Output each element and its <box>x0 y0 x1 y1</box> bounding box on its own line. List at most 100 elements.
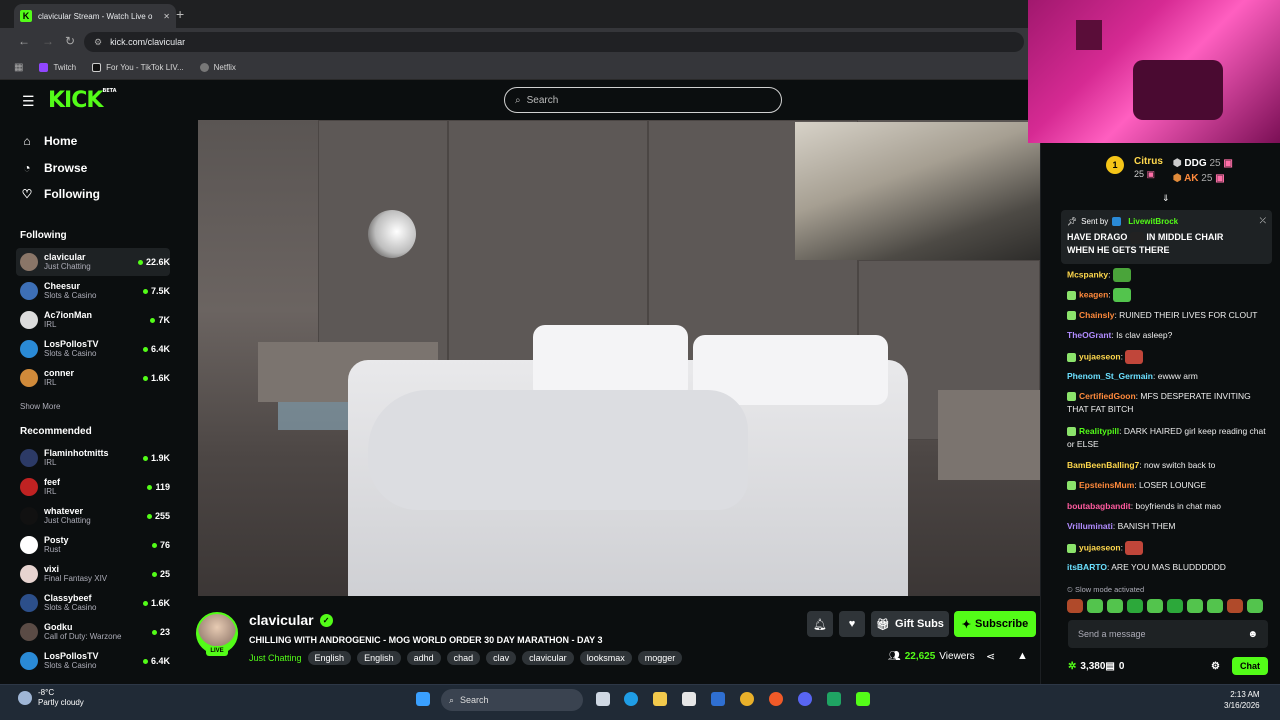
task-view-icon[interactable] <box>596 692 610 706</box>
settings-gear-icon[interactable]: ⚙ <box>1211 661 1220 672</box>
stream-tag[interactable]: adhd <box>406 651 441 665</box>
stream-tag[interactable]: chad <box>446 651 481 665</box>
edge-icon[interactable] <box>624 692 638 706</box>
sidebar-channel[interactable]: LosPollosTV Slots & Casino 6.4K <box>16 335 170 363</box>
discord-icon[interactable] <box>798 692 812 706</box>
emoji-icon[interactable]: ☻ <box>1247 629 1258 640</box>
emote[interactable] <box>1107 599 1123 613</box>
unpin-icon[interactable]: ⤫ <box>1260 216 1266 226</box>
emote <box>1125 541 1144 555</box>
chat-username[interactable]: Mcspanky <box>1067 269 1108 279</box>
share-icon[interactable]: ⋖ <box>986 650 995 663</box>
category-link[interactable]: Just Chatting <box>249 653 302 663</box>
sidebar-channel[interactable]: Classybeef Slots & Casino 1.6K <box>16 589 170 617</box>
stream-tag[interactable]: clav <box>486 651 517 665</box>
nav-home[interactable]: ⌂ Home <box>20 134 77 148</box>
store-icon[interactable] <box>682 692 696 706</box>
chat-send-button[interactable]: Chat <box>1232 657 1268 675</box>
sidebar-channel[interactable]: conner IRL 1.6K <box>16 364 170 392</box>
xbox-icon[interactable] <box>827 692 841 706</box>
chat-username[interactable]: keagen <box>1079 289 1108 299</box>
chat-input[interactable] <box>1078 629 1238 639</box>
pinned-message[interactable]: 📌︎ Sent by LivewitBrock ⤫ HAVE DRAGO IN … <box>1061 210 1272 264</box>
chat-username[interactable]: TheOGrant <box>1067 330 1111 340</box>
app-icon[interactable] <box>769 692 783 706</box>
gift-subs-button[interactable]: 🎁︎ Gift Subs <box>871 611 949 637</box>
nav-following[interactable]: ♡ Following <box>20 187 100 201</box>
bookmark-tiktok[interactable]: For You - TikTok LIV... <box>92 63 184 72</box>
apps-grid-icon[interactable]: ▦ <box>14 62 23 73</box>
sidebar-channel[interactable]: Ac7ionMan IRL 7K <box>16 306 170 334</box>
emote[interactable] <box>1127 599 1143 613</box>
sidebar-channel[interactable]: Flaminhotmitts IRL 1.9K <box>16 444 170 472</box>
sub-badge-icon <box>1067 481 1076 491</box>
chat-username[interactable]: boutabagbandit <box>1067 501 1131 511</box>
sidebar-channel[interactable]: feef IRL 119 <box>16 473 170 501</box>
chat-username[interactable]: EpsteinsMum <box>1079 480 1134 490</box>
channel-points[interactable]: ✲ 3,380 <box>1068 661 1105 672</box>
bookmark-netflix[interactable]: Netflix <box>199 63 236 72</box>
taskbar-search[interactable]: ⌕ Search <box>441 689 583 711</box>
channel-name[interactable]: clavicular ✓ <box>249 612 333 628</box>
chat-username[interactable]: Vrilluminati <box>1067 521 1113 531</box>
emote[interactable] <box>1147 599 1163 613</box>
stream-tag[interactable]: looksmax <box>579 651 632 665</box>
report-icon[interactable]: ▲ <box>1017 650 1028 662</box>
show-more-link[interactable]: Show More <box>20 402 60 411</box>
sidebar-channel[interactable]: Cheesur Slots & Casino 7.5K <box>16 277 170 305</box>
sidebar-channel[interactable]: Posty Rust 76 <box>16 531 170 559</box>
sidebar-channel[interactable]: vixi Final Fantasy XIV 25 <box>16 560 170 588</box>
chat-username[interactable]: yujaeseon <box>1079 351 1121 361</box>
chat-input-box[interactable]: ☻ <box>1068 620 1268 648</box>
stream-tag[interactable]: mogger <box>637 651 683 665</box>
browser-tab[interactable]: K clavicular Stream - Watch Live o ✕ <box>14 4 176 28</box>
subscribe-button[interactable]: ✦ Subscribe <box>954 611 1036 637</box>
weather-widget[interactable]: -8°C Partly cloudy <box>18 688 84 708</box>
url-field[interactable]: ⚙ kick.com/clavicular <box>84 32 1024 52</box>
chat-username[interactable]: CertifiedGoon <box>1079 391 1136 401</box>
emote[interactable] <box>1247 599 1263 613</box>
channel-info: Cheesur Slots & Casino <box>44 281 137 301</box>
chat-username[interactable]: Phenom_St_Germain <box>1067 371 1153 381</box>
search-input[interactable] <box>526 94 757 106</box>
follow-heart-button[interactable]: ♥ <box>839 611 865 637</box>
sidebar-channel[interactable]: Godku Call of Duty: Warzone 23 <box>16 618 170 646</box>
emote[interactable] <box>1087 599 1103 613</box>
site-info-icon[interactable]: ⚙ <box>94 37 102 48</box>
windows-start-icon[interactable] <box>416 692 430 706</box>
collapse-icon[interactable]: ⇓ <box>1162 193 1170 204</box>
notification-bell-button[interactable]: 🔔︎ <box>807 611 833 637</box>
forward-icon[interactable]: → <box>42 34 54 48</box>
sidebar-channel[interactable]: LosPollosTV Slots & Casino 6.4K <box>16 647 170 675</box>
kick-app-icon[interactable] <box>856 692 870 706</box>
outlook-icon[interactable] <box>711 692 725 706</box>
kick-logo[interactable]: KICKBETA <box>48 88 117 113</box>
bookmark-twitch[interactable]: Twitch <box>39 63 76 72</box>
file-explorer-icon[interactable] <box>653 692 667 706</box>
search-bar[interactable]: ⌕ <box>504 87 782 113</box>
stream-tag[interactable]: English <box>357 651 401 665</box>
back-icon[interactable]: ← <box>18 34 30 48</box>
emote[interactable] <box>1067 599 1083 613</box>
chat-username[interactable]: yujaeseon <box>1079 542 1121 552</box>
nav-browse[interactable]: ◔ Browse <box>20 161 87 175</box>
system-clock[interactable]: 2:13 AM 3/16/2026 <box>1224 689 1260 711</box>
chat-username[interactable]: BamBeenBalling7 <box>1067 460 1139 470</box>
stream-tag[interactable]: clavicular <box>522 651 574 665</box>
reload-icon[interactable]: ↻ <box>65 34 75 48</box>
chat-username[interactable]: Chainsly <box>1079 310 1114 320</box>
sidebar-channel[interactable]: whatever Just Chatting 255 <box>16 502 170 530</box>
sidebar-channel[interactable]: clavicular Just Chatting 22.6K <box>16 248 170 276</box>
emote[interactable] <box>1187 599 1203 613</box>
gift-counter[interactable]: ▤ 0 <box>1105 661 1124 672</box>
emote[interactable] <box>1207 599 1223 613</box>
new-tab-button[interactable]: + <box>176 6 184 22</box>
emote[interactable] <box>1227 599 1243 613</box>
emote[interactable] <box>1167 599 1183 613</box>
chat-username[interactable]: Realitypill <box>1079 426 1119 436</box>
stream-tag[interactable]: English <box>307 651 352 665</box>
chrome-icon[interactable] <box>740 692 754 706</box>
menu-icon[interactable]: ☰ <box>22 93 35 110</box>
chat-username[interactable]: itsBARTO <box>1067 562 1107 572</box>
close-tab-icon[interactable]: ✕ <box>163 12 170 21</box>
